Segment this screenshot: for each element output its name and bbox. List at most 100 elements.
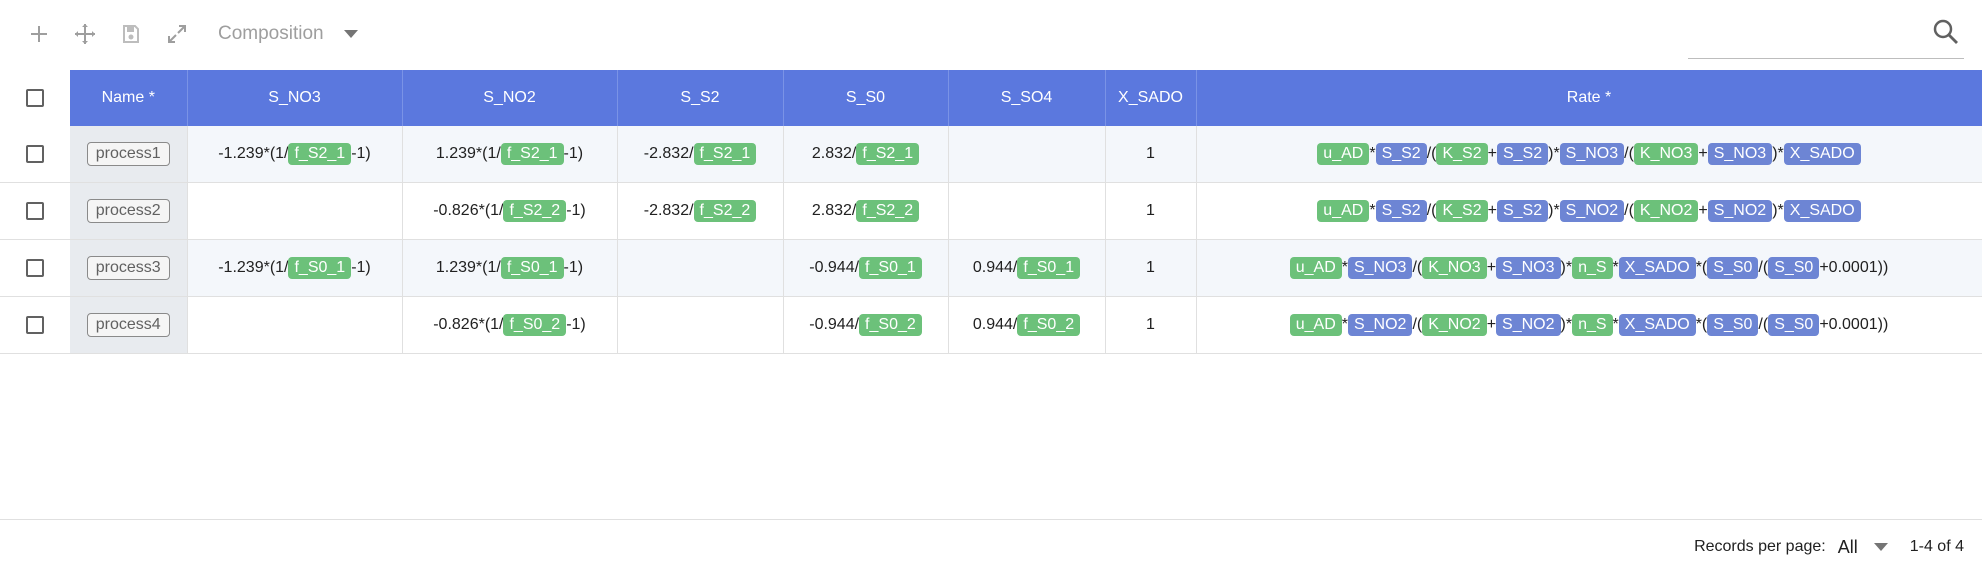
expression-text: 1.239*(1/ xyxy=(435,145,501,162)
expression-text: * xyxy=(1612,316,1619,333)
process-name-chip[interactable]: process2 xyxy=(86,199,170,223)
stoich-cell-s_no3[interactable]: -1.239*(1/f_S2_1 -1) xyxy=(187,126,403,183)
expression-text: )* xyxy=(1548,145,1560,162)
column-header[interactable]: X_SADO xyxy=(1105,70,1197,126)
expression-text: -0.826*(1/ xyxy=(433,202,504,219)
expression-text: -1) xyxy=(566,202,586,219)
stoich-cell-s_no2[interactable]: 1.239*(1/f_S0_1 -1) xyxy=(402,239,618,297)
column-header[interactable]: S_NO3 xyxy=(187,70,403,126)
expression-text: /( xyxy=(1426,145,1437,162)
parameter-token: f_S2_2 xyxy=(693,200,757,222)
table-row[interactable]: process1 -1.239*(1/f_S2_1 -1) 1.239*(1/f_S2… xyxy=(0,126,1982,183)
expression-text: *( xyxy=(1695,259,1708,276)
stoich-cell-x-sado[interactable]: 1 xyxy=(1105,296,1197,354)
expression-text: +0.0001)) xyxy=(1819,259,1889,276)
stoich-cell-x-sado[interactable]: 1 xyxy=(1105,182,1197,240)
expression-text: + xyxy=(1486,316,1497,333)
caret-down-icon xyxy=(343,30,358,38)
name-cell: process1 xyxy=(70,126,188,183)
component-token: S_NO2 xyxy=(1496,314,1561,336)
select-all-checkbox[interactable] xyxy=(26,88,44,107)
table-row[interactable]: process3 -1.239*(1/f_S0_1 -1) 1.239*(1/f_S0… xyxy=(0,239,1982,297)
component-token: S_NO3 xyxy=(1707,143,1773,165)
stoich-cell-s_so4[interactable]: 0.944/f_S0_2 xyxy=(948,296,1106,354)
row-checkbox[interactable] xyxy=(26,258,44,277)
row-checkbox[interactable] xyxy=(26,201,44,220)
stoich-cell-s_no2[interactable]: 1.239*(1/f_S2_1 -1) xyxy=(402,126,618,183)
stoich-cell-s_so4[interactable]: 0.944/f_S0_1 xyxy=(948,239,1106,297)
table-row[interactable]: process2 -0.826*(1/f_S2_2 -1) -2.832/f_S2_2… xyxy=(0,182,1982,240)
stoich-cell-s_no2[interactable]: -0.826*(1/f_S2_2 -1) xyxy=(402,182,618,240)
expression-text: -1) xyxy=(351,259,371,276)
expression-text: /( xyxy=(1426,202,1437,219)
stoich-cell-s_s2[interactable]: -2.832/f_S2_1 xyxy=(617,126,784,183)
row-checkbox[interactable] xyxy=(26,144,44,163)
stoich-cell-s_s2[interactable]: -2.832/f_S2_2 xyxy=(617,182,784,240)
column-header[interactable]: S_S2 xyxy=(617,70,784,126)
rate-cell[interactable]: u_AD * S_NO2/(K_NO2 + S_NO2)* n_S * X_SADO *(S_S… xyxy=(1196,296,1982,354)
stoich-cell-s_so4[interactable] xyxy=(948,126,1106,183)
stoich-cell-s_no3[interactable]: -1.239*(1/f_S0_1 -1) xyxy=(187,239,403,297)
expand-button[interactable] xyxy=(154,11,200,57)
stoich-cell-s_so4[interactable] xyxy=(948,182,1106,240)
column-header[interactable]: S_S0 xyxy=(783,70,949,126)
move-button[interactable] xyxy=(62,11,108,57)
stoich-cell-s_no3[interactable] xyxy=(187,296,403,354)
row-select-cell xyxy=(0,239,70,297)
row-checkbox[interactable] xyxy=(26,315,44,334)
stoich-cell-s_s0[interactable]: -0.944/f_S0_1 xyxy=(783,239,949,297)
column-header[interactable]: S_NO2 xyxy=(402,70,618,126)
stoich-cell-s_s0[interactable]: 2.832/f_S2_2 xyxy=(783,182,949,240)
plus-icon xyxy=(31,26,47,42)
expression-text: -1) xyxy=(563,259,584,276)
expression-text: *( xyxy=(1695,316,1708,333)
stoich-cell-s_no3[interactable] xyxy=(187,182,403,240)
stoich-cell-s_s0[interactable]: -0.944/f_S0_2 xyxy=(783,296,949,354)
search-icon[interactable] xyxy=(1932,18,1960,46)
expression-text: )* xyxy=(1548,202,1560,219)
stoich-cell-s_s2[interactable] xyxy=(617,239,784,297)
parameter-token: u_AD xyxy=(1317,143,1370,165)
parameter-token: f_S0_2 xyxy=(503,314,567,336)
expression-text: /( xyxy=(1624,145,1634,162)
save-icon xyxy=(123,25,139,43)
process-name-chip[interactable]: process4 xyxy=(86,313,170,337)
stoich-cell-x-sado[interactable]: 1 xyxy=(1105,239,1197,297)
row-select-cell xyxy=(0,182,70,240)
parameter-token: n_S xyxy=(1572,257,1613,279)
name-cell: process4 xyxy=(70,296,188,354)
stoich-cell-s_s0[interactable]: 2.832/f_S2_1 xyxy=(783,126,949,183)
expression-text: -1.239*(1/ xyxy=(218,145,289,162)
expression-text: -1) xyxy=(563,145,584,162)
process-name-chip[interactable]: process1 xyxy=(86,142,170,166)
stoich-cell-s_s2[interactable] xyxy=(617,296,784,354)
parameter-token: K_S2 xyxy=(1436,200,1488,222)
column-header[interactable]: Name * xyxy=(70,70,188,126)
rate-cell[interactable]: u_AD * S_S2/(K_S2 + S_S2)* S_NO3/(K_NO3 + S_NO3… xyxy=(1196,126,1982,183)
column-header[interactable]: Rate * xyxy=(1196,70,1982,126)
add-button[interactable] xyxy=(16,11,62,57)
model-select-label: Composition xyxy=(218,23,324,44)
expression-text: -0.944/ xyxy=(809,259,860,276)
row-select-cell xyxy=(0,126,70,183)
model-select[interactable]: Composition xyxy=(218,14,358,54)
column-header[interactable]: S_SO4 xyxy=(948,70,1106,126)
name-cell: process2 xyxy=(70,182,188,240)
stoich-cell-s_no2[interactable]: -0.826*(1/f_S0_2 -1) xyxy=(402,296,618,354)
search-input[interactable] xyxy=(1688,16,1922,54)
save-button[interactable] xyxy=(108,11,154,57)
expression-text: * xyxy=(1612,259,1619,276)
process-name-chip[interactable]: process3 xyxy=(86,256,170,280)
expression-text: -2.832/ xyxy=(643,145,694,162)
rows-per-page-select[interactable]: All xyxy=(1838,537,1888,558)
component-token: S_S0 xyxy=(1707,257,1759,279)
component-token: S_NO3 xyxy=(1496,257,1561,279)
move-icon xyxy=(75,24,95,44)
rate-cell[interactable]: u_AD * S_NO3/(K_NO3 + S_NO3)* n_S * X_SADO *(S_S… xyxy=(1196,239,1982,297)
expression-text: +0.0001)) xyxy=(1819,316,1889,333)
expression-text: + xyxy=(1486,259,1497,276)
stoich-cell-x-sado[interactable]: 1 xyxy=(1105,126,1197,183)
rate-cell[interactable]: u_AD * S_S2/(K_S2 + S_S2)* S_NO2/(K_NO2 + S_NO2… xyxy=(1196,182,1982,240)
component-token: X_SADO xyxy=(1783,200,1861,222)
table-row[interactable]: process4 -0.826*(1/f_S0_2 -1) -0.944/f_S0_2… xyxy=(0,296,1982,354)
